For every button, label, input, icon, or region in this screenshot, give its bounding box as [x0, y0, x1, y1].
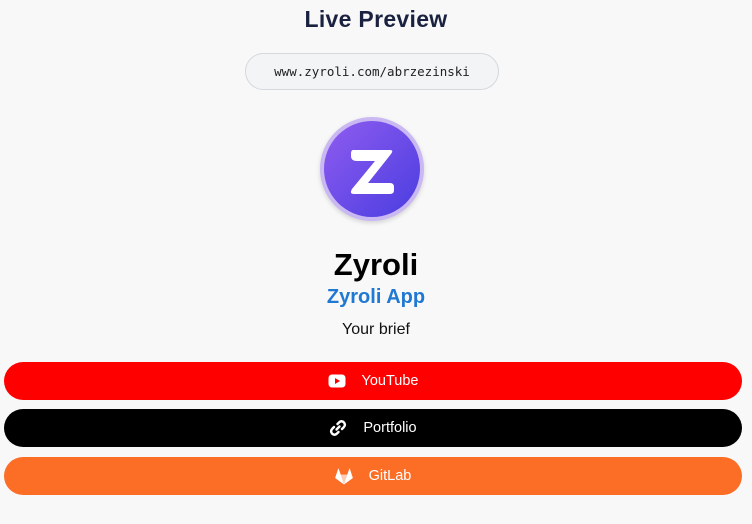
youtube-link-label: YouTube [361, 373, 419, 389]
portfolio-link-label: Portfolio [363, 420, 417, 436]
live-preview-panel: Live Preview www.zyroli.com/abrzezinski … [0, 0, 752, 524]
gitlab-icon [334, 467, 353, 485]
youtube-link-button[interactable]: YouTube [4, 362, 742, 400]
zyroli-logo-icon [324, 121, 420, 217]
avatar [320, 117, 424, 221]
profile-url-text: www.zyroli.com/abrzezinski [274, 64, 470, 79]
profile-brief: Your brief [342, 321, 410, 338]
portfolio-link-button[interactable]: Portfolio [4, 409, 742, 447]
page-title: Live Preview [304, 6, 448, 32]
profile-url[interactable]: www.zyroli.com/abrzezinski [245, 53, 499, 90]
youtube-icon [328, 372, 346, 390]
gitlab-link-label: GitLab [368, 468, 412, 484]
profile-name: Zyroli [333, 247, 419, 282]
profile-subtitle: Zyroli App [326, 286, 426, 308]
gitlab-link-button[interactable]: GitLab [4, 457, 742, 495]
link-icon [329, 419, 347, 437]
